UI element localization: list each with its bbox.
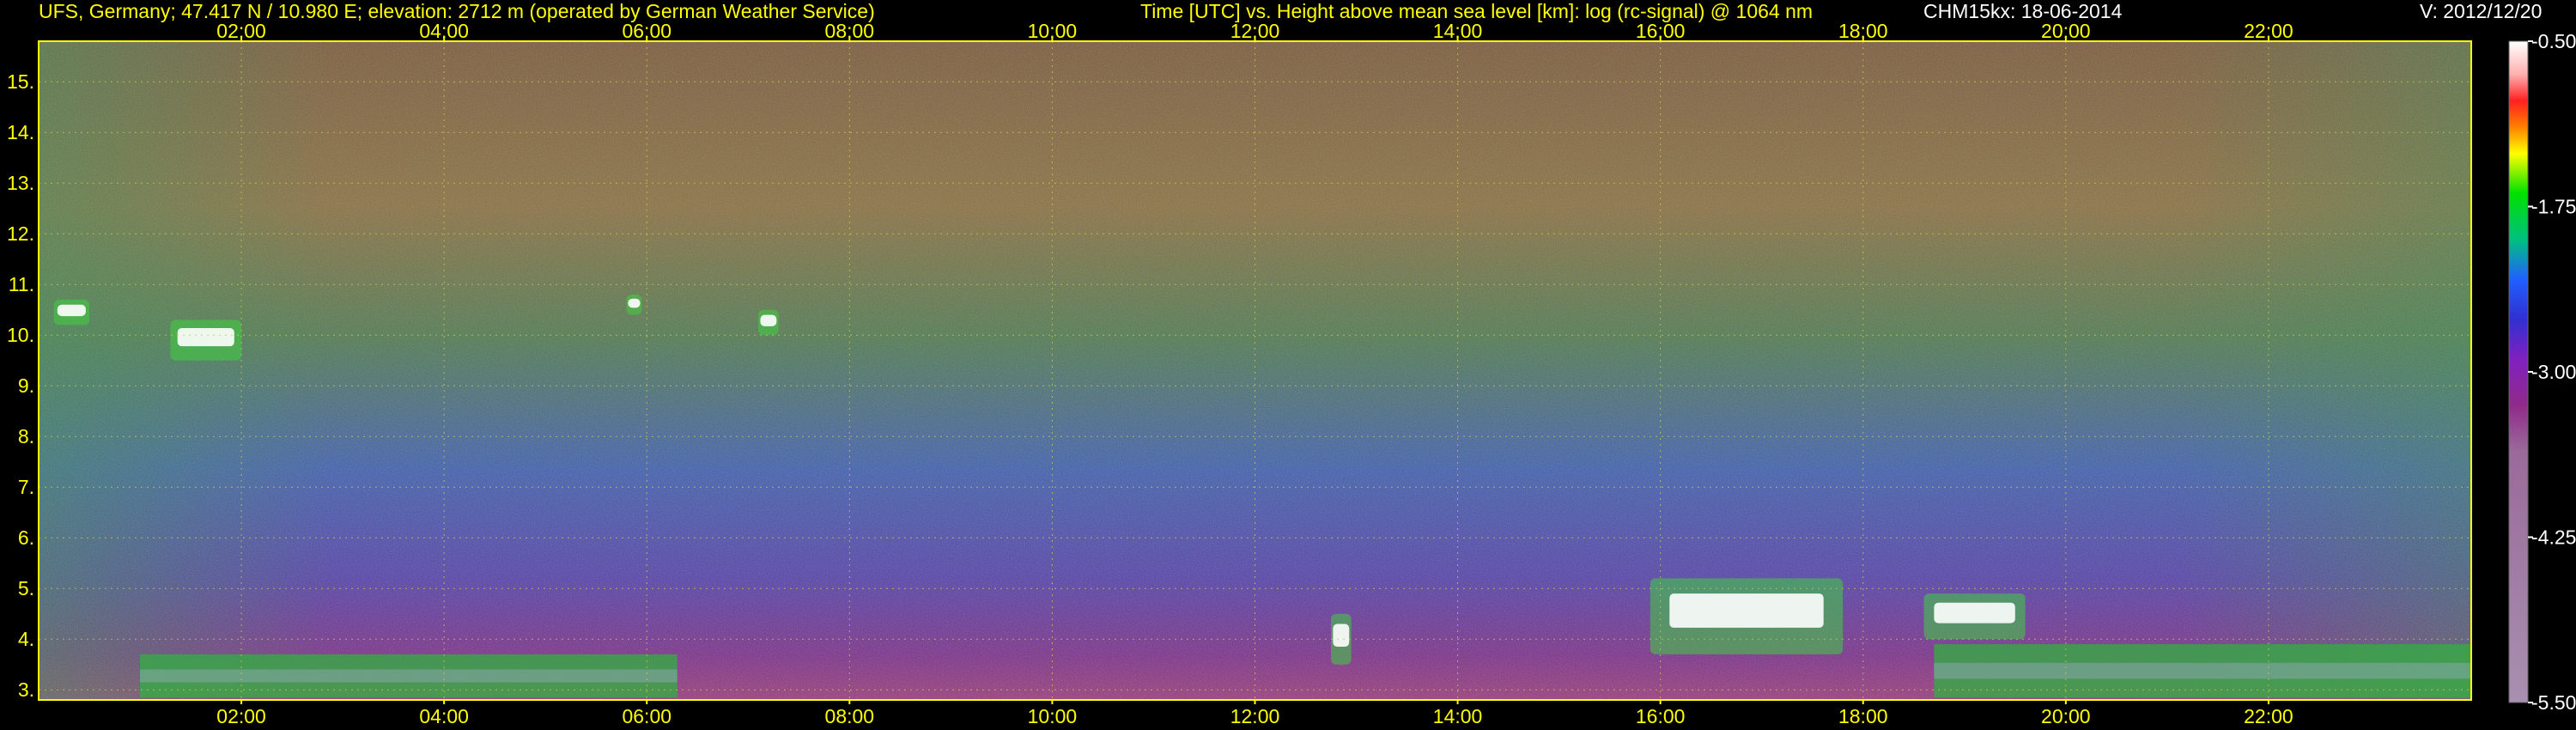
cloud-core — [57, 304, 86, 317]
x-tick-label-bottom: 10:00 — [1028, 705, 1078, 727]
y-tick-label: 7. — [18, 476, 34, 498]
colorbar-tick-label: -5.50 — [2531, 691, 2576, 714]
cloud-core — [177, 327, 234, 347]
x-tick-label-bottom: 06:00 — [622, 705, 671, 727]
y-tick-label: 15. — [7, 70, 34, 93]
colorbar-tick-label: -4.25 — [2531, 526, 2576, 549]
x-tick-label-bottom: 12:00 — [1230, 705, 1280, 727]
y-tick-label: 3. — [18, 678, 34, 701]
y-tick-label: 5. — [18, 577, 34, 599]
y-tick-label: 6. — [18, 526, 34, 549]
y-tick-label: 14. — [7, 121, 34, 143]
y-tick-label: 13. — [7, 172, 34, 194]
x-tick-label-bottom: 08:00 — [825, 705, 875, 727]
boundary-layer-core — [140, 669, 677, 683]
colorbar-tick-label: -3.00 — [2531, 361, 2576, 383]
y-tick-label: 11. — [9, 273, 34, 295]
cloud-core — [1669, 593, 1824, 628]
y-tick-label: 10. — [7, 324, 34, 346]
ceilometer-plot: UFS, Germany; 47.417 N / 10.980 E; eleva… — [0, 0, 2576, 730]
y-tick-label: 8. — [18, 425, 34, 447]
cloud-core — [760, 314, 777, 326]
x-tick-label-bottom: 22:00 — [2244, 705, 2293, 727]
y-axis: 3. 4. 5. 6. 7. 8. 9. 10. 11. 12. 13. 14. 15. — [7, 70, 34, 701]
cloud-core — [1934, 602, 2015, 624]
x-tick-label-bottom: 20:00 — [2041, 705, 2091, 727]
colorbar-scale — [2509, 41, 2528, 703]
cloud-core — [1333, 624, 1350, 648]
x-tick-label-bottom: 14:00 — [1433, 705, 1483, 727]
cloud-core — [628, 298, 641, 308]
x-tick-label-bottom: 02:00 — [216, 705, 266, 727]
x-tick-label-bottom: 18:00 — [1838, 705, 1888, 727]
x-tick-label-bottom: 16:00 — [1636, 705, 1686, 727]
colorbar-tick-label: -0.50 — [2531, 30, 2576, 52]
colorbar: -0.50 -1.75 -3.00 -4.25 -5.50 — [2508, 30, 2576, 714]
y-tick-label: 4. — [18, 628, 34, 650]
x-axis-top: 02:00 04:00 06:00 08:00 10:00 12:00 14:00 16:00… — [216, 20, 2293, 42]
y-tick-label: 9. — [18, 374, 34, 397]
y-tick-label: 12. — [7, 222, 34, 245]
x-axis-bottom: 02:00 04:00 06:00 08:00 10:00 12:00 14:00 16:00… — [216, 700, 2293, 727]
colorbar-tick-label: -1.75 — [2531, 196, 2576, 218]
boundary-layer-core — [1934, 662, 2471, 679]
x-tick-label-bottom: 04:00 — [419, 705, 469, 727]
chart-svg: 02:00 04:00 06:00 08:00 10:00 12:00 14:00 16:00… — [7, 20, 2576, 727]
